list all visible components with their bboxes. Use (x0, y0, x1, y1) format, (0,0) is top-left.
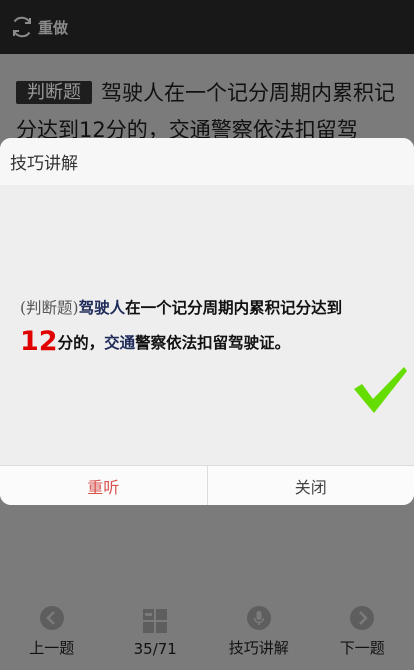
prev-question-label: 上一题 (29, 639, 75, 657)
dialog-buttons: 重听 关闭 (0, 465, 414, 505)
checkmark-icon (354, 367, 407, 413)
tip-text-part: 分的， (57, 334, 105, 352)
close-button[interactable]: 关闭 (208, 466, 414, 505)
dialog-title: 技巧讲解 (0, 138, 414, 185)
question-type-tag: 判断题 (16, 81, 92, 104)
bottom-nav: 上一题 35/71 技巧讲解 下一题 (0, 600, 414, 670)
next-question-button[interactable]: 下一题 (311, 600, 414, 670)
tip-keyword: 交通 (104, 334, 136, 352)
tip-number: 12 (20, 326, 58, 357)
next-question-label: 下一题 (339, 639, 385, 657)
tips-button[interactable]: 技巧讲解 (207, 600, 311, 670)
tips-label: 技巧讲解 (228, 639, 289, 657)
top-bar: 重做 (0, 0, 414, 54)
chevron-left-icon (39, 606, 64, 630)
dialog-body: (判断题)驾驶人在一个记分周期内累积记分达到 12分的，交通警察依法扣留驾驶证。 (0, 185, 414, 465)
tip-text-part: 在一个记分周期内累积记分达到 (125, 299, 343, 317)
question-grid-button[interactable]: 35/71 (104, 600, 208, 670)
tip-text: (判断题)驾驶人在一个记分周期内累积记分达到 12分的，交通警察依法扣留驾驶证。 (20, 292, 406, 360)
tips-dialog: 技巧讲解 (判断题)驾驶人在一个记分周期内累积记分达到 12分的，交通警察依法扣留… (0, 138, 414, 505)
chevron-right-icon (350, 606, 375, 630)
replay-button[interactable]: 重听 (0, 466, 208, 505)
redo-label: 重做 (38, 18, 69, 37)
prev-question-button[interactable]: 上一题 (0, 600, 104, 670)
microphone-icon (246, 606, 271, 630)
grid-icon (143, 609, 168, 633)
refresh-icon (13, 16, 31, 38)
redo-button[interactable]: 重做 (10, 15, 68, 39)
tip-text-part: 警察依法扣留驾驶证。 (135, 334, 291, 352)
tip-keyword: 驾驶人 (78, 299, 126, 317)
tip-type-tag: (判断题) (20, 299, 79, 317)
progress-label: 35/71 (133, 640, 177, 658)
